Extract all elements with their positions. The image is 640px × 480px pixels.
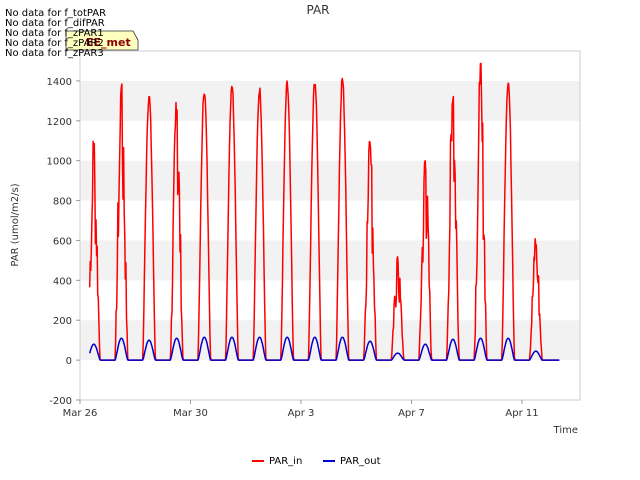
legend-label: PAR_out (340, 456, 381, 467)
y-tick-label: 400 (53, 276, 72, 287)
y-tick-label: 1000 (47, 157, 72, 168)
grid-band (80, 80, 580, 121)
x-tick-label: Apr 3 (288, 408, 315, 419)
y-tick-label: 800 (53, 197, 72, 208)
y-tick-label: -200 (49, 396, 72, 407)
y-tick-label: 1200 (47, 117, 72, 128)
y-tick-label: 200 (53, 316, 72, 327)
grid-band (80, 240, 580, 281)
grid-band (80, 51, 580, 81)
y-axis-title: PAR (umol/m2/s) (10, 183, 21, 266)
x-axis-title: Time (553, 425, 578, 436)
chart-title: PAR (306, 3, 329, 17)
nodata-line: No data for f_zPAR3 (5, 48, 104, 59)
y-tick-label: 600 (53, 236, 72, 247)
legend-label: PAR_in (269, 456, 302, 467)
x-tick-label: Mar 30 (173, 408, 208, 419)
x-tick-label: Mar 26 (63, 408, 98, 419)
x-tick-label: Apr 7 (398, 408, 425, 419)
x-tick-label: Apr 11 (505, 408, 538, 419)
x-axis: Mar 26 Mar 30 Apr 3 Apr 7 Apr 11 (63, 400, 539, 419)
par-chart: -2000200400600800100012001400 Mar 26 Mar … (10, 3, 581, 467)
legend: PAR_in PAR_out (252, 456, 381, 467)
y-tick-label: 0 (66, 356, 72, 367)
y-axis: -200 0 200 400 600 800 1000 1200 1400 (47, 77, 80, 407)
grid-band (80, 360, 580, 400)
y-tick-label: 1400 (47, 77, 72, 88)
